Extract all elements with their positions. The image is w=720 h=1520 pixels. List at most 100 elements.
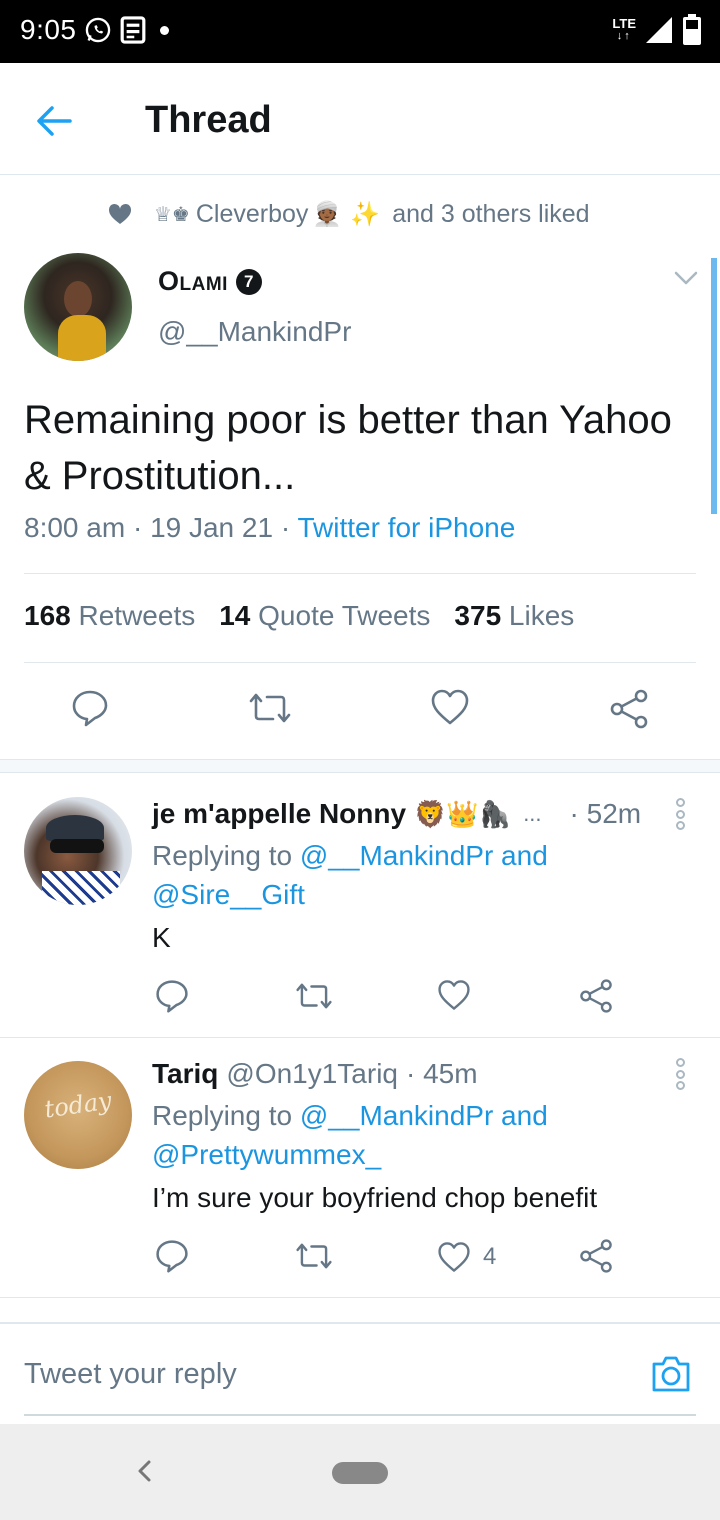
status-time: 9:05 — [20, 14, 77, 45]
retweets-stat[interactable]: 168 Retweets — [24, 600, 195, 632]
author-name-text: Olami — [158, 266, 228, 296]
like-icon[interactable] — [430, 688, 470, 726]
replying-to: Replying to @__MankindPr and @Sire__Gift — [152, 836, 652, 914]
dot — [675, 1058, 685, 1067]
retweets-count: 168 — [24, 600, 71, 631]
reply-avatar[interactable] — [24, 797, 132, 905]
meta-separator: · — [280, 512, 298, 543]
tweet-text: Remaining poor is better than Yahoo & Pr… — [24, 398, 672, 498]
signal-icon — [646, 17, 672, 43]
scrollbar[interactable] — [711, 258, 717, 514]
page-title: Thread — [145, 99, 272, 141]
reply-icon[interactable] — [154, 978, 190, 1014]
tweet-stats: 168 Retweets 14 Quote Tweets 375 Likes — [24, 600, 574, 632]
status-dot — [160, 25, 169, 35]
dot — [675, 1069, 685, 1079]
replying-prefix: Replying to — [152, 1100, 293, 1131]
like-button[interactable]: 4 — [437, 1240, 496, 1274]
status-right: LTE ↓↑ — [612, 14, 702, 46]
likes-stat[interactable]: 375 Likes — [454, 600, 574, 632]
liked-by-suffix: and 3 others liked — [392, 199, 590, 228]
reply-text: I’m sure your boyfriend chop benefit — [152, 1182, 598, 1213]
social-context[interactable]: ♕♚ Cleverboy 👳🏾 ✨ and 3 others liked — [108, 198, 590, 230]
likes-count: 375 — [454, 600, 502, 631]
reply-time: · 45m — [406, 1058, 478, 1089]
row-separator — [0, 1037, 720, 1038]
reply-author-emojis: 🦁👑🦍 — [414, 798, 512, 829]
news-icon — [120, 16, 146, 44]
nav-home-pill[interactable] — [332, 1462, 388, 1484]
avatar-shirt — [58, 315, 106, 361]
input-underline — [24, 1414, 696, 1416]
reply-icon[interactable] — [70, 688, 110, 728]
replying-prefix: Replying to — [152, 840, 293, 871]
replying-to: Replying to @__MankindPr and @Prettywumm… — [152, 1096, 652, 1174]
dot — [675, 1081, 685, 1090]
reply-author-handle: @On1y1Tariq — [226, 1058, 398, 1089]
battery-icon — [683, 14, 701, 45]
reply-time: · 52m — [569, 798, 642, 829]
row-separator — [0, 1297, 720, 1298]
nav-back-icon[interactable] — [134, 1456, 154, 1486]
retweets-label: Retweets — [78, 600, 196, 631]
retweet-icon[interactable] — [248, 688, 292, 728]
dot — [675, 809, 685, 819]
back-arrow-icon[interactable] — [34, 101, 74, 141]
reply-text: K — [152, 922, 171, 953]
mention-link[interactable]: @Prettywummex_ — [152, 1139, 381, 1170]
reply-author-name: Tariq — [152, 1058, 219, 1089]
more-options-icon[interactable] — [672, 798, 688, 830]
tweet-time: 8:00 am — [24, 512, 126, 543]
system-nav-bar — [0, 1424, 720, 1520]
whatsapp-icon — [85, 17, 111, 43]
reply-input[interactable] — [24, 1358, 584, 1391]
mention-link[interactable]: @Sire__Gift — [152, 879, 305, 910]
author-name[interactable]: Olami 7 — [158, 266, 262, 297]
avatar-glasses — [50, 839, 104, 853]
number-badge: 7 — [235, 268, 262, 295]
tweet-actions — [0, 688, 720, 738]
quotes-stat[interactable]: 14 Quote Tweets — [219, 600, 430, 632]
like-count: 4 — [483, 1243, 497, 1270]
mention-link[interactable]: @__MankindPr and — [300, 840, 548, 871]
likes-label: Likes — [508, 600, 575, 631]
quotes-count: 14 — [219, 600, 251, 631]
reply-actions — [0, 978, 720, 1028]
reply-avatar[interactable]: today — [24, 1061, 132, 1169]
dot — [675, 798, 685, 807]
author-avatar[interactable] — [24, 253, 132, 361]
more-options-icon[interactable] — [672, 1058, 688, 1090]
truncation-ellipsis: ... — [523, 801, 542, 826]
share-icon[interactable] — [578, 1238, 614, 1274]
tweet-meta: 8:00 am · 19 Jan 21 · Twitter for iPhone — [24, 512, 515, 544]
avatar-shirt — [42, 871, 120, 905]
author-handle[interactable]: @__MankindPr — [158, 316, 351, 348]
divider — [24, 662, 696, 663]
reply-icon[interactable] — [154, 1238, 190, 1274]
camera-icon[interactable] — [650, 1354, 692, 1394]
retweet-icon[interactable] — [295, 1238, 333, 1274]
dot — [675, 821, 685, 830]
reply-actions: 4 — [0, 1238, 720, 1288]
share-icon[interactable] — [608, 688, 650, 730]
meta-separator: · — [132, 512, 151, 543]
mention-link[interactable]: @__MankindPr and — [300, 1100, 548, 1131]
app-header: Thread — [0, 63, 720, 175]
tweet-source[interactable]: Twitter for iPhone — [297, 512, 515, 543]
reply-author-name: je m'appelle Nonny — [152, 798, 407, 829]
like-icon — [438, 1242, 470, 1272]
heart-filled-icon — [108, 203, 132, 224]
share-icon[interactable] — [578, 978, 614, 1014]
reply-header[interactable]: je m'appelle Nonny 🦁👑🦍 ... · 52m — [152, 798, 641, 830]
status-bar: 9:05 LTE ↓↑ — [0, 0, 720, 63]
section-separator — [0, 759, 720, 773]
reply-composer — [0, 1322, 720, 1422]
turban-emoji: 👳🏾 — [312, 200, 343, 228]
liked-by-name: Cleverboy — [195, 199, 309, 228]
like-icon[interactable] — [437, 978, 471, 1012]
crown-symbols: ♕♚ — [154, 203, 190, 226]
reply-header[interactable]: Tariq @On1y1Tariq · 45m — [152, 1058, 478, 1090]
chevron-down-icon[interactable] — [674, 270, 698, 286]
tweet-date: 19 Jan 21 — [150, 512, 274, 543]
retweet-icon[interactable] — [295, 978, 333, 1014]
